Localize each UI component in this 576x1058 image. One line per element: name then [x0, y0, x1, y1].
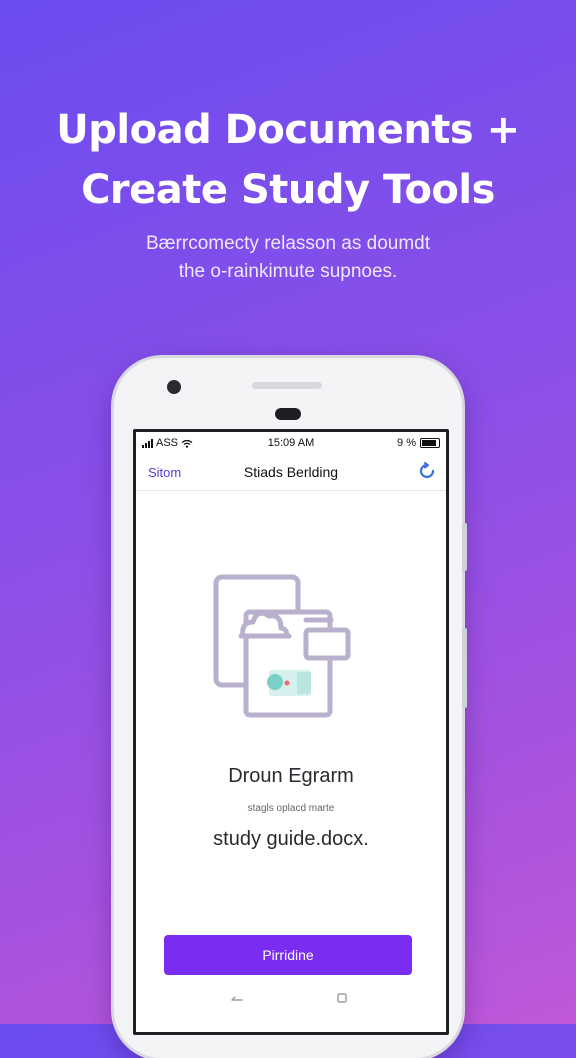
file-name: study guide.docx. — [213, 828, 369, 850]
subhead-line-1: Bærrcomecty relasson as doumdt — [145, 233, 431, 254]
screen-title: Stiads Berlding — [243, 464, 339, 480]
document-title: Droun Egrarm — [228, 765, 354, 787]
document-upload-icon — [213, 574, 351, 718]
document-meta: stagls oplacd marte — [247, 803, 335, 814]
phone-side-button-top — [462, 523, 467, 571]
primary-action-button[interactable]: Pirridine — [164, 935, 412, 975]
headline-line-2: Create Study Tools — [81, 167, 495, 213]
phone-side-button-bottom — [462, 628, 467, 708]
refresh-icon[interactable] — [418, 462, 436, 480]
proximity-sensor — [275, 408, 301, 420]
bottom-navigation — [136, 990, 446, 1010]
phone-mockup: ASS 15:09 AM 9 % Sitom Stiads Berlding D… — [114, 358, 467, 1058]
home-icon[interactable] — [336, 992, 348, 1004]
phone-screen: ASS 15:09 AM 9 % Sitom Stiads Berlding D… — [133, 429, 449, 1035]
headline-line-1: Upload Documents + — [56, 107, 520, 153]
status-right: 9 % — [397, 437, 440, 449]
status-bar: ASS 15:09 AM 9 % — [136, 432, 446, 454]
subheadline: Bærrcomecty relasson as doumdt the o-rai… — [0, 230, 576, 286]
subhead-line-2: the o-rainkimute supnoes. — [178, 261, 398, 282]
front-camera — [167, 380, 181, 394]
battery-icon — [420, 438, 440, 448]
navigation-bar: Sitom Stiads Berlding — [136, 454, 446, 491]
back-icon[interactable] — [230, 992, 244, 1002]
earpiece-speaker — [252, 382, 322, 389]
headline: Upload Documents + Create Study Tools — [0, 100, 576, 220]
battery-percent: 9 % — [397, 437, 416, 449]
